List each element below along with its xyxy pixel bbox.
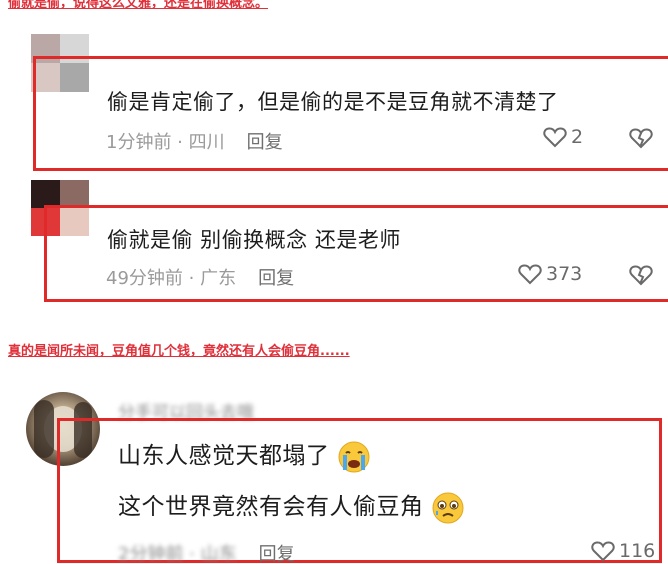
heart-outline-icon <box>591 541 615 562</box>
comment-time: 49分钟前 <box>106 268 183 289</box>
comment-location: 广东 <box>200 268 237 289</box>
comment-text: 偷是肯定偷了，但是偷的是不是豆角就不清楚了 <box>107 90 559 114</box>
like-button[interactable]: 373 <box>518 263 582 285</box>
caption-top: 偷就是偷，说得这么文雅，还是在偷换概念。 <box>8 0 269 11</box>
like-button[interactable]: 116 <box>591 540 655 562</box>
crying-face-emoji <box>338 441 370 472</box>
comment-text-line1: 山东人感觉天都塌了 <box>118 436 371 474</box>
caption-middle: 真的是闻所未闻，豆角值几个钱，竟然还有人会偷豆角...... <box>8 344 350 359</box>
comment-meta: 1分钟前 · 四川 回复 <box>106 132 283 153</box>
comment-time: 1分钟前 <box>106 132 172 153</box>
broken-heart-icon <box>629 265 653 286</box>
comment-text-line2: 这个世界竟然有会有人偷豆角 <box>118 487 465 525</box>
comment-location: 山东 <box>200 544 237 564</box>
reply-button[interactable]: 回复 <box>247 132 283 153</box>
comment-location: 四川 <box>188 132 225 153</box>
dislike-button[interactable] <box>628 264 654 290</box>
comment-meta: 2分钟前 · 山东 回复 <box>118 544 295 564</box>
like-count: 2 <box>571 126 584 148</box>
reply-button[interactable]: 回复 <box>259 544 295 564</box>
like-count: 116 <box>619 540 656 562</box>
comment-meta: 49分钟前 · 广东 回复 <box>106 268 295 289</box>
pleading-face-emoji <box>432 492 464 523</box>
like-count: 373 <box>546 263 583 285</box>
reply-button[interactable]: 回复 <box>258 268 294 289</box>
heart-outline-icon <box>518 264 542 285</box>
broken-heart-icon <box>629 128 653 149</box>
like-button[interactable]: 2 <box>543 126 583 148</box>
comment-time: 2分钟前 <box>118 544 184 564</box>
dislike-button[interactable] <box>628 127 654 153</box>
heart-outline-icon <box>543 127 567 148</box>
comment-text: 偷就是偷 别偷换概念 还是老师 <box>107 228 401 252</box>
